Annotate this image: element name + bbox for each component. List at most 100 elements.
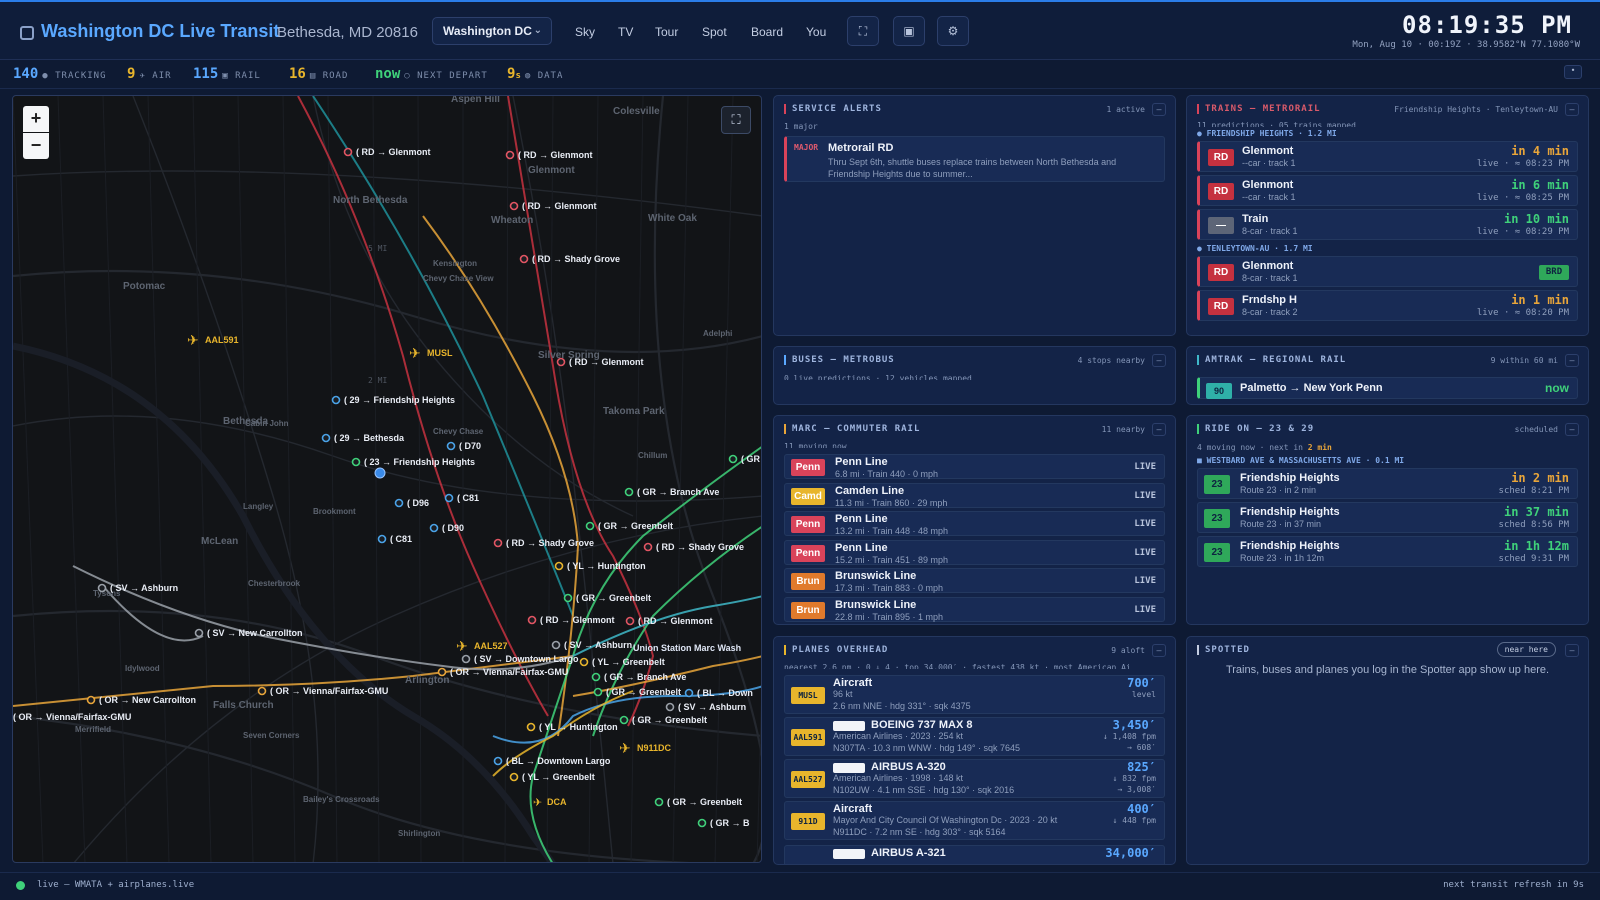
marc-train-row[interactable]: Penn Penn Line 13.2 mi · Train 448 · 48 mp… [784, 511, 1165, 537]
map-vehicle-marker[interactable]: ( GR → Greenbelt [619, 715, 708, 725]
place-label: Falls Church [213, 700, 274, 711]
plane-row[interactable]: AIRBUS A-321 34,000′ [784, 845, 1165, 864]
map-vehicle-marker[interactable]: ( GR → Branch Ave [624, 487, 720, 497]
nav-sky[interactable]: Sky [575, 25, 595, 39]
map-vehicle-marker[interactable]: ( RD → Glenmont [343, 147, 431, 157]
map-vehicle-marker[interactable]: ( GR → Greenbelt [563, 593, 652, 603]
marc-train-row[interactable]: Brun Brunswick Line 22.8 mi · Train 895 · … [784, 597, 1165, 622]
nav-board[interactable]: Board [751, 25, 783, 39]
map-vehicle-marker[interactable]: ( YL → Huntington [554, 561, 646, 571]
map-vehicle-marker[interactable]: ( RD → Glenmont [505, 150, 593, 160]
train-prediction-row[interactable]: RD Glenmont --car · track 1 in 4 min live · … [1197, 141, 1578, 172]
nav-you[interactable]: You [806, 25, 826, 39]
marc-train-row[interactable]: Penn Penn Line 6.8 mi · Train 440 · 0 mph L… [784, 454, 1165, 479]
marc-train-row[interactable]: Camd Camden Line 11.3 mi · Train 860 · 29 … [784, 482, 1165, 508]
map-fullscreen-button[interactable]: ⛶ [721, 106, 751, 134]
fullscreen-button[interactable]: ⛶ [847, 16, 879, 46]
nav-spot[interactable]: Spot [702, 25, 727, 39]
map-vehicle-marker[interactable]: ( GR → Branch Ave [591, 672, 687, 682]
collapse-button[interactable]: – [1565, 644, 1579, 657]
map-vehicle-marker[interactable]: ( YL → Greenbelt [509, 772, 595, 782]
marc-status: LIVE [1134, 490, 1156, 501]
map-vehicle-marker[interactable]: ( GR → Greenbelt [585, 521, 674, 531]
map-vehicle-marker[interactable]: ( SV → Ashburn [665, 702, 747, 712]
map-vehicle-marker[interactable]: ( OR → Vienna/Fairfax-GMU [437, 667, 569, 677]
map-vehicle-marker[interactable]: ( OR → New Carrollton [86, 695, 197, 705]
map-vehicle-marker[interactable]: ( OR → Vienna/Fairfax-GMU [13, 712, 131, 722]
map-vehicle-marker[interactable]: ✈ N911DC [619, 740, 672, 756]
map-vehicle-marker[interactable]: ( YL → Greenbelt [579, 657, 665, 667]
map-vehicle-marker[interactable]: ( 23 → Friendship Heights [351, 457, 476, 467]
map-vehicle-marker[interactable]: ✈ AAL591 [187, 332, 239, 348]
map-vehicle-marker[interactable]: ( OR → Vienna/Fairfax-GMU [257, 686, 389, 696]
alert-item[interactable]: MAJOR Metrorail RD Thru Sept 6th, shuttl… [784, 136, 1165, 182]
map-vehicle-marker[interactable]: ( RD → Glenmont [625, 616, 713, 626]
map-canvas[interactable]: Aspen Hill Colesville North Bethesda Glenmo… [13, 96, 762, 863]
map-vehicle-marker[interactable]: ( D70 [446, 441, 482, 451]
map-vehicle-marker[interactable]: ( D96 [394, 498, 430, 508]
train-prediction-row[interactable]: RD Glenmont 8-car · track 1 BRD [1197, 256, 1578, 287]
collapse-button[interactable]: – [1152, 354, 1166, 367]
rideon-prediction-row[interactable]: 23 Friendship Heights Route 23 · in 1h 12m… [1197, 536, 1578, 567]
map-vehicle-marker[interactable]: ( RD → Glenmont [527, 615, 615, 625]
map-vehicle-marker[interactable]: ( GR → B [697, 818, 750, 828]
map-vehicle-marker[interactable]: ( 29 → Friendship Heights [331, 395, 456, 405]
collapse-button[interactable]: – [1565, 423, 1579, 436]
map-vehicle-marker[interactable]: ✈ AAL527 [456, 638, 508, 654]
map-vehicle-marker[interactable]: ( GR → Greenbelt [654, 797, 743, 807]
settings-button[interactable]: ⚙ [937, 16, 969, 46]
transit-map[interactable]: Aspen Hill Colesville North Bethesda Glenmo… [12, 95, 762, 863]
map-vehicle-marker[interactable]: ( RD → Glenmont [556, 357, 644, 367]
amtrak-row[interactable]: 90 Palmetto → New York Penn now [1197, 377, 1578, 399]
train-detail: --car · track 1 [1242, 158, 1296, 168]
city-select[interactable]: Washington DC ⌄ [432, 17, 552, 45]
marc-train-row[interactable]: Penn Penn Line 15.2 mi · Train 451 · 89 mp… [784, 539, 1165, 565]
train-prediction-row[interactable]: — Train 8-car · track 1 in 10 min live · ≈ 0… [1197, 209, 1578, 240]
screen-button[interactable]: ▣ [893, 16, 925, 46]
nav-tour[interactable]: Tour [655, 25, 678, 39]
map-vehicle-marker[interactable]: ( RD → Shady Grove [643, 542, 745, 552]
collapse-button[interactable]: – [1565, 354, 1579, 367]
map-vehicle-marker[interactable]: ( GR → Glenmont [728, 454, 763, 464]
train-prediction-row[interactable]: RD Glenmont --car · track 1 in 6 min live · … [1197, 175, 1578, 206]
collapse-button[interactable]: – [1152, 644, 1166, 657]
vehicle-dot [585, 521, 595, 531]
stats-toggle-button[interactable]: • [1564, 65, 1582, 79]
near-here-button[interactable]: near here [1496, 642, 1556, 657]
map-vehicle-marker[interactable]: ( C81 [444, 493, 480, 503]
map-vehicle-marker[interactable]: ( RD → Shady Grove [493, 538, 595, 548]
plane-row[interactable]: AAL591 BOEING 737 MAX 8 American Airlines … [784, 717, 1165, 756]
vehicle-label: ( GR → Greenbelt [632, 715, 707, 725]
collapse-button[interactable]: – [1565, 103, 1579, 116]
vehicle-dot [526, 722, 536, 732]
place-label: Adelphi [703, 329, 732, 338]
map-vehicle-marker[interactable]: ( GR → Greenbelt [593, 687, 682, 697]
collapse-button[interactable]: – [1152, 103, 1166, 116]
plane-row[interactable]: AAL527 AIRBUS A-320 American Airlines · 19… [784, 759, 1165, 798]
collapse-button[interactable]: – [1152, 423, 1166, 436]
rideon-prediction-row[interactable]: 23 Friendship Heights Route 23 · in 37 min… [1197, 502, 1578, 533]
map-vehicle-marker[interactable]: ( RD → Glenmont [509, 201, 597, 211]
aircraft-type: Aircraft [833, 677, 873, 689]
plane-row[interactable]: MUSL Aircraft 96 kt 2.6 nm NNE · hdg 331° ·… [784, 675, 1165, 714]
map-vehicle-marker[interactable]: ( BL → Downtown Largo [493, 756, 611, 766]
plane-row[interactable]: 911D Aircraft Mayor And City Council Of Wa… [784, 801, 1165, 840]
map-vehicle-marker[interactable]: ( SV → Ashburn [97, 583, 179, 593]
map-vehicle-marker[interactable]: ( SV → Downtown Largo [461, 654, 579, 664]
map-vehicle-marker[interactable]: ( YL → Huntington [526, 722, 618, 732]
rideon-prediction-row[interactable]: 23 Friendship Heights Route 23 · in 2 min i… [1197, 468, 1578, 499]
place-label: Glenmont [528, 165, 575, 176]
zoom-out-button[interactable]: − [23, 133, 49, 159]
train-prediction-row[interactable]: RD Frndshp H 8-car · track 2 in 1 min live ·… [1197, 290, 1578, 321]
map-vehicle-marker[interactable]: ( 29 → Bethesda [321, 433, 406, 443]
map-vehicle-marker[interactable]: ( SV → Ashburn [551, 640, 633, 650]
marc-train-row[interactable]: Brun Brunswick Line 17.3 mi · Train 883 · … [784, 568, 1165, 594]
map-vehicle-marker[interactable]: ( D90 [429, 523, 465, 533]
nav-tv[interactable]: TV [618, 25, 633, 39]
map-vehicle-marker[interactable]: ( SV → New Carrollton [194, 628, 303, 638]
map-vehicle-marker[interactable]: ( RD → Shady Grove [519, 254, 621, 264]
zoom-in-button[interactable]: + [23, 106, 49, 132]
map-vehicle-marker[interactable]: ( C81 [377, 534, 413, 544]
map-vehicle-marker[interactable]: ✈ DCA [533, 797, 567, 809]
map-vehicle-marker[interactable]: ✈ MUSL [409, 345, 453, 361]
